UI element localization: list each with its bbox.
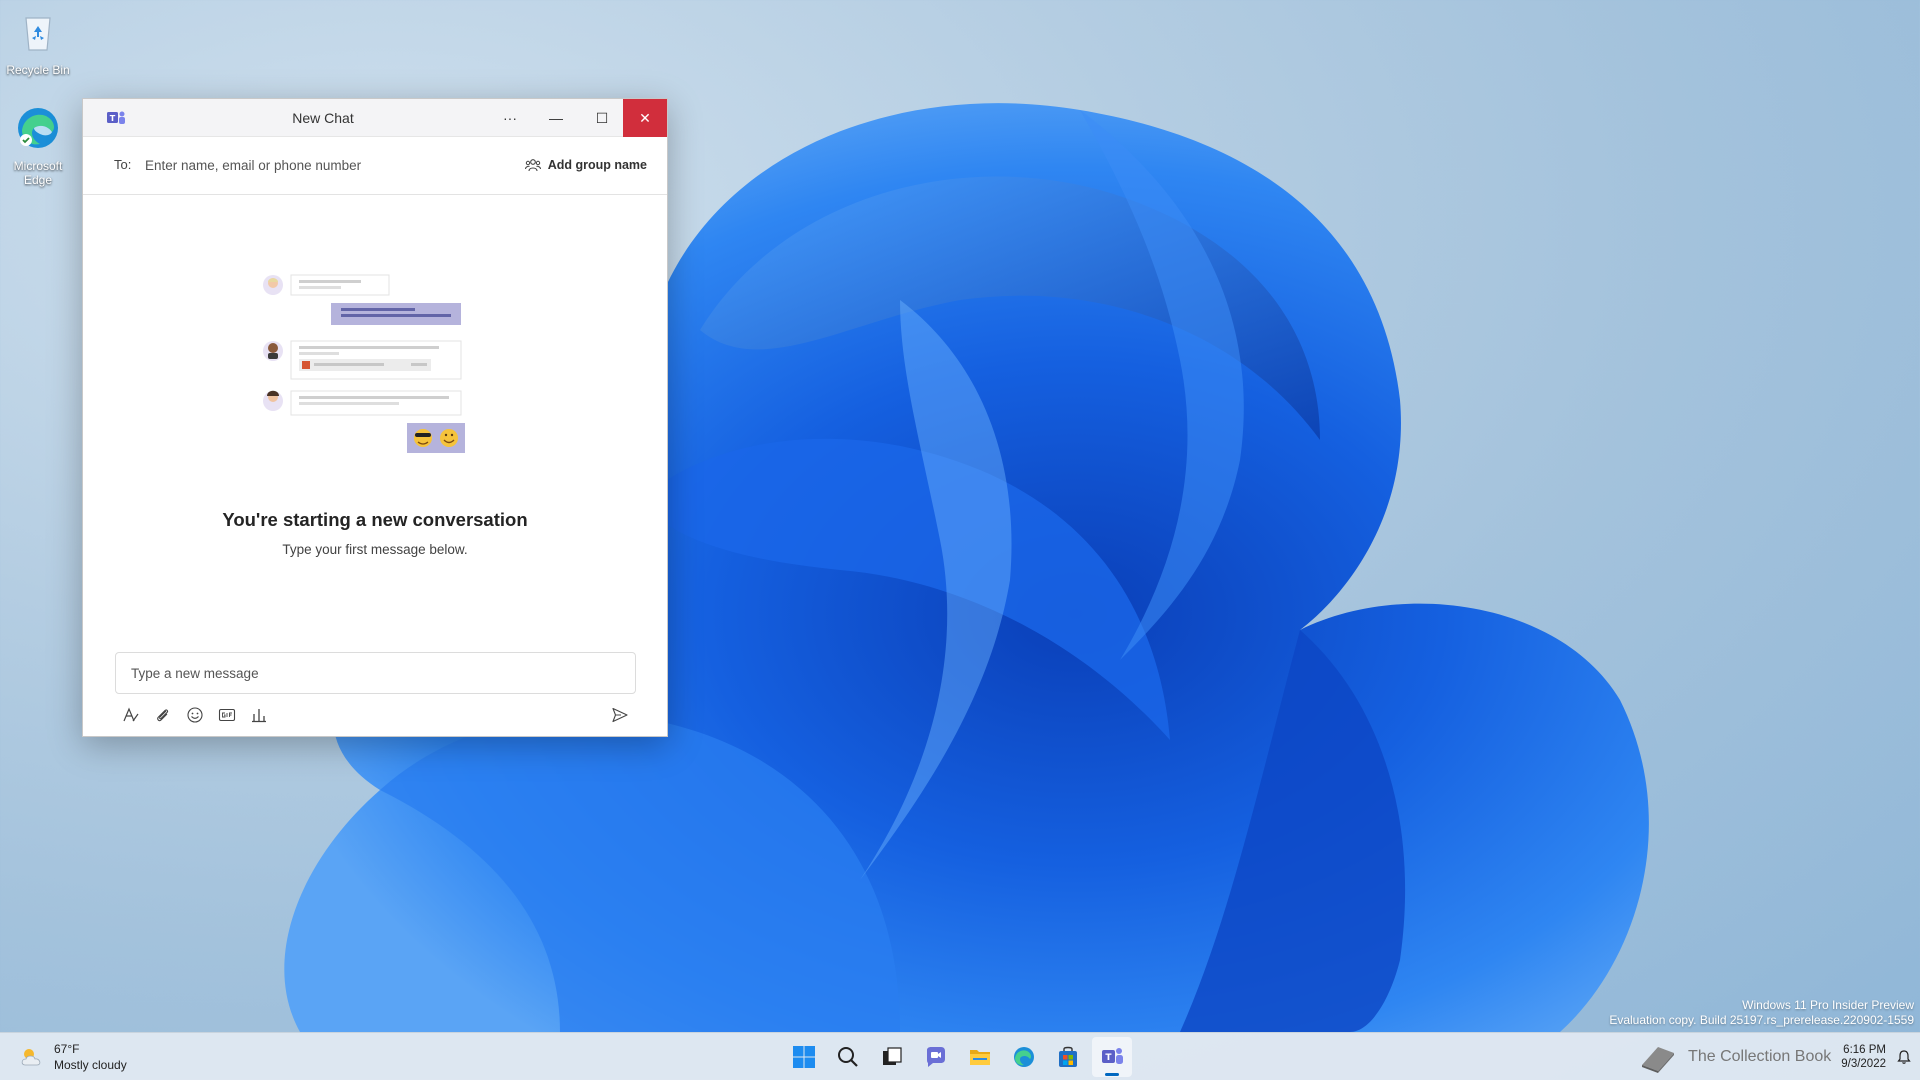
taskbar-clock[interactable]: 6:16 PM 9/3/2022 — [1841, 1043, 1886, 1071]
gif-icon — [218, 708, 236, 722]
weather-widget[interactable]: 67°F Mostly cloudy — [18, 1041, 127, 1073]
teams-icon: T — [1102, 1048, 1123, 1064]
poll-icon — [252, 709, 266, 723]
gif-button[interactable] — [217, 702, 237, 728]
weather-condition: Mostly cloudy — [54, 1058, 127, 1072]
send-icon — [612, 707, 628, 723]
close-button[interactable]: ✕ — [623, 99, 667, 137]
more-icon: ··· — [503, 110, 517, 126]
system-tray: The Collection Book 6:16 PM 9/3/2022 — [1638, 1033, 1912, 1080]
clock-date: 9/3/2022 — [1841, 1058, 1886, 1070]
notification-bell-icon[interactable] — [1896, 1049, 1912, 1065]
watermark-line-2: Evaluation copy. Build 25197.rs_prerelea… — [1609, 1013, 1914, 1027]
tray-overlay-text: The Collection Book — [1688, 1048, 1832, 1065]
send-button[interactable] — [607, 702, 633, 728]
taskbar-apps: T — [784, 1033, 1132, 1080]
taskbar-teams-button[interactable]: T — [1092, 1037, 1132, 1077]
message-input[interactable] — [131, 661, 621, 685]
maximize-button[interactable]: ☐ — [580, 99, 624, 137]
taskbar-start-button[interactable] — [784, 1033, 824, 1080]
recipient-input[interactable] — [145, 151, 485, 179]
taskbar-file-explorer-button[interactable] — [960, 1033, 1000, 1080]
add-group-name-button[interactable]: Add group name — [524, 153, 647, 177]
title-bar[interactable]: T New Chat ··· — ☐ ✕ — [83, 99, 667, 137]
taskbar-store-button[interactable] — [1048, 1033, 1088, 1080]
minimize-icon: — — [549, 110, 563, 126]
emoji-icon — [187, 707, 203, 723]
attach-button[interactable] — [153, 702, 173, 728]
recycle-bin-icon — [25, 17, 51, 51]
empty-state-subheading: Type your first message below. — [282, 542, 468, 557]
minimize-button[interactable]: — — [534, 99, 578, 137]
attach-icon — [157, 709, 169, 722]
group-icon — [524, 159, 541, 172]
taskbar-search-button[interactable] — [828, 1033, 868, 1080]
start-icon — [793, 1046, 815, 1068]
file-explorer-icon — [970, 1050, 990, 1065]
taskbar-chat-button[interactable] — [916, 1033, 956, 1080]
close-icon: ✕ — [639, 109, 651, 126]
desktop-icon-label: Recycle Bin — [6, 63, 70, 77]
maximize-icon: ☐ — [595, 109, 609, 126]
weather-text: 67°F Mostly cloudy — [54, 1041, 127, 1073]
evaluation-watermark: Windows 11 Pro Insider Preview Evaluatio… — [1609, 998, 1914, 1028]
teams-chat-icon — [927, 1047, 945, 1067]
watermark-line-1: Windows 11 Pro Insider Preview — [1742, 998, 1914, 1012]
new-conversation-illustration — [263, 274, 465, 453]
desktop-icon-label: Microsoft Edge — [13, 159, 63, 187]
taskbar-task-view-button[interactable] — [872, 1033, 912, 1080]
edge-icon — [18, 108, 58, 148]
desktop-icon-recycle-bin[interactable]: Recycle Bin — [0, 8, 76, 77]
svg-text:T: T — [1105, 1053, 1112, 1063]
search-icon — [838, 1047, 858, 1067]
taskbar: 67°F Mostly cloudy T The Collection Book… — [0, 1032, 1920, 1080]
compose-box[interactable] — [115, 652, 636, 694]
format-icon — [123, 707, 139, 722]
clock-time: 6:16 PM — [1843, 1044, 1886, 1056]
empty-state-heading: You're starting a new conversation — [222, 509, 528, 530]
compose-toolbar — [121, 702, 269, 728]
store-icon — [1059, 1046, 1077, 1067]
edge-icon — [1014, 1047, 1034, 1067]
to-label: To: — [114, 157, 132, 172]
book-logo-icon — [1642, 1047, 1675, 1073]
emoji-button[interactable] — [185, 702, 205, 728]
more-options-button[interactable]: ··· — [488, 99, 532, 137]
add-group-name-label: Add group name — [547, 158, 647, 172]
new-chat-window: T New Chat ··· — ☐ ✕ To: Add group name — [82, 98, 668, 737]
recipient-row: To: Add group name — [83, 137, 667, 195]
format-button[interactable] — [121, 702, 141, 728]
task-view-icon — [883, 1047, 902, 1065]
desktop-icon-microsoft-edge[interactable]: Microsoft Edge — [0, 104, 76, 187]
taskbar-edge-button[interactable] — [1004, 1033, 1044, 1080]
poll-button[interactable] — [249, 702, 269, 728]
partly-cloudy-icon — [21, 1049, 41, 1066]
weather-temperature: 67°F — [54, 1042, 80, 1056]
